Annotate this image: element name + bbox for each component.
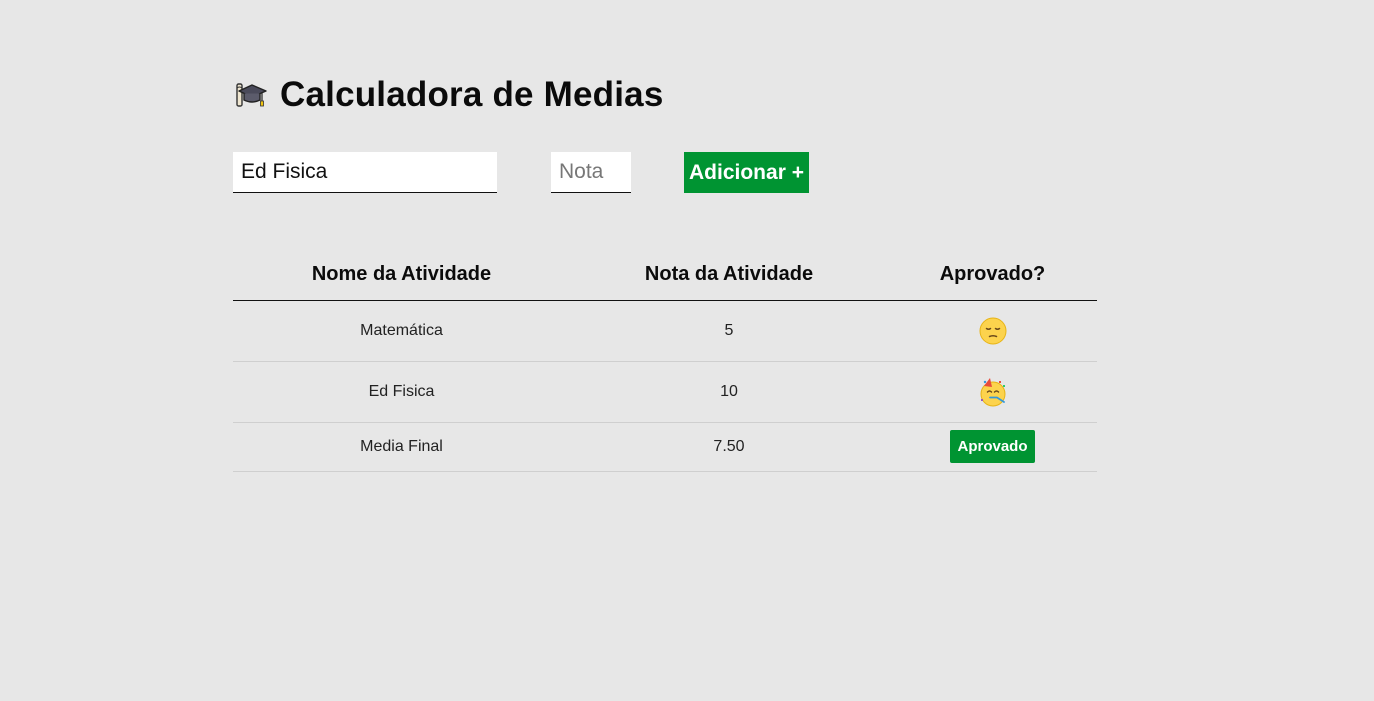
approved-cell <box>888 300 1097 362</box>
column-header-approved: Aprovado? <box>888 248 1097 301</box>
final-average-label: Media Final <box>233 422 570 472</box>
activity-name-cell: Matemática <box>233 300 570 362</box>
page-title: Calculadora de Medias <box>280 75 664 114</box>
party-face-icon <box>978 377 1008 407</box>
activity-name-cell: Ed Fisica <box>233 361 570 423</box>
sad-face-icon <box>978 316 1008 346</box>
activity-grade-cell: 5 <box>570 300 888 362</box>
final-average-value: 7.50 <box>570 422 888 472</box>
add-button[interactable]: Adicionar + <box>684 152 809 193</box>
table-row: Ed Fisica 10 <box>233 361 1097 423</box>
page-header: Calculadora de Medias <box>233 72 664 118</box>
activity-name-input[interactable] <box>233 152 497 193</box>
table-header-row: Nome da Atividade Nota da Atividade Apro… <box>233 248 1097 301</box>
graduation-cap-icon <box>233 78 267 112</box>
activity-grade-cell: 10 <box>570 361 888 423</box>
column-header-activity: Nome da Atividade <box>233 248 570 301</box>
column-header-grade: Nota da Atividade <box>570 248 888 301</box>
final-result-cell: Aprovado <box>888 422 1097 472</box>
grades-table: Nome da Atividade Nota da Atividade Apro… <box>233 248 1097 472</box>
grade-input[interactable] <box>551 152 631 193</box>
approved-cell <box>888 361 1097 423</box>
status-badge: Aprovado <box>950 430 1035 463</box>
final-average-row: Media Final 7.50 Aprovado <box>233 422 1097 472</box>
table-row: Matemática 5 <box>233 300 1097 362</box>
add-activity-form: Adicionar + <box>233 152 933 193</box>
